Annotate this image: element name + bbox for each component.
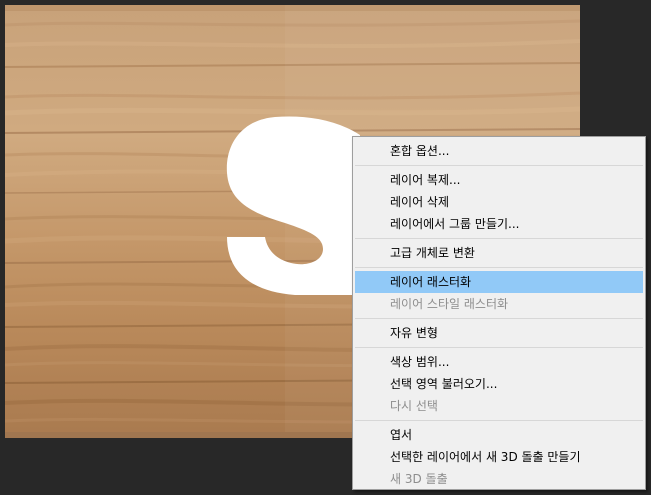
menu-item[interactable]: 레이어 래스터화 xyxy=(355,271,643,293)
letter-s-shape xyxy=(226,116,360,295)
menu-item: 새 3D 돌출 xyxy=(390,472,448,486)
menu-separator xyxy=(355,165,643,166)
menu-separator xyxy=(355,318,643,319)
menu-separator xyxy=(355,347,643,348)
menu-separator xyxy=(355,238,643,239)
menu-item[interactable]: 선택한 레이어에서 새 3D 돌출 만들기 xyxy=(355,446,643,468)
menu-item: 레이어 스타일 래스터화 xyxy=(390,297,509,311)
menu-item[interactable]: 자유 변형 xyxy=(355,322,643,344)
menu-item[interactable]: 선택 영역 불러오기... xyxy=(355,373,643,395)
menu-item[interactable]: 엽서 xyxy=(355,424,643,446)
menu-separator xyxy=(355,420,643,421)
menu-item: 다시 선택 xyxy=(390,399,438,413)
menu-item[interactable]: 레이어 삭제 xyxy=(355,191,643,213)
menu-item[interactable]: 혼합 옵션... xyxy=(355,140,643,162)
layer-context-menu[interactable]: 혼합 옵션... 레이어 복제... 레이어 삭제 레이어에서 그룹 만들기... 고급… xyxy=(352,136,646,490)
menu-item[interactable]: 레이어 복제... xyxy=(355,169,643,191)
menu-item[interactable]: 레이어에서 그룹 만들기... xyxy=(355,213,643,235)
menu-item[interactable]: 고급 개체로 변환 xyxy=(355,242,643,264)
menu-item[interactable]: 색상 범위... xyxy=(355,351,643,373)
workspace: 혼합 옵션... 레이어 복제... 레이어 삭제 레이어에서 그룹 만들기... 고급… xyxy=(0,0,651,495)
menu-separator xyxy=(355,267,643,268)
